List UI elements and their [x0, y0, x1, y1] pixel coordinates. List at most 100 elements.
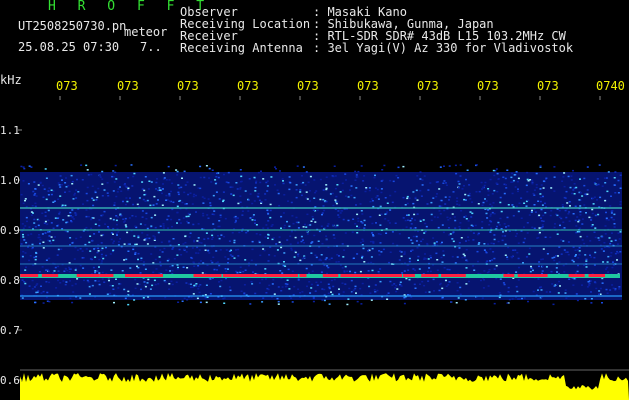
noise-speck: [505, 226, 507, 228]
noise-speck: [147, 188, 150, 190]
noise-speck: [589, 254, 591, 256]
noise-speck: [578, 199, 581, 201]
noise-speck: [60, 248, 63, 250]
noise-speck: [80, 164, 83, 166]
noise-speck: [438, 205, 441, 207]
strong-signal-segment: [378, 274, 396, 277]
noise-speck: [171, 208, 174, 211]
noise-speck: [542, 195, 544, 198]
noise-speck: [487, 243, 490, 245]
noise-speck: [612, 287, 615, 289]
noise-speck: [116, 234, 118, 236]
noise-speck: [579, 205, 582, 207]
noise-speck: [335, 261, 338, 263]
noise-speck: [459, 164, 462, 166]
noise-speck: [57, 270, 60, 272]
noise-speck: [327, 266, 330, 269]
noise-speck: [201, 196, 204, 198]
noise-speck: [410, 239, 413, 241]
noise-speck: [448, 268, 451, 271]
noise-speck: [614, 288, 617, 290]
noise-speck: [266, 227, 269, 229]
noise-speck: [214, 182, 217, 185]
noise-speck: [128, 217, 131, 219]
noise-speck: [37, 184, 40, 186]
noise-speck: [31, 279, 34, 282]
noise-speck: [264, 236, 267, 238]
noise-speck: [590, 280, 593, 282]
noise-speck: [94, 191, 97, 194]
noise-speck: [33, 256, 36, 259]
noise-speck: [398, 259, 401, 261]
noise-speck: [518, 298, 521, 300]
noise-speck: [305, 171, 308, 173]
noise-speck: [539, 196, 542, 198]
noise-speck: [403, 270, 406, 272]
noise-speck: [235, 249, 237, 251]
noise-speck: [73, 258, 76, 260]
noise-speck: [417, 259, 419, 261]
noise-speck: [170, 190, 172, 193]
noise-speck: [370, 299, 373, 301]
noise-speck: [433, 290, 435, 292]
noise-speck: [36, 283, 39, 285]
noise-speck: [542, 248, 545, 250]
noise-speck: [386, 211, 389, 213]
noise-speck: [435, 195, 438, 198]
noise-speck: [264, 199, 267, 201]
noise-speck: [290, 230, 293, 233]
noise-speck: [438, 188, 441, 190]
noise-speck: [107, 195, 110, 197]
noise-speck: [195, 285, 198, 287]
noise-speck: [493, 189, 496, 192]
noise-speck: [489, 220, 492, 222]
noise-speck: [96, 196, 99, 199]
noise-speck: [137, 258, 139, 261]
noise-speck: [185, 282, 188, 284]
noise-speck: [186, 267, 189, 269]
noise-speck: [460, 237, 463, 239]
noise-speck: [523, 237, 526, 240]
strong-signal-segment: [568, 274, 577, 277]
noise-speck: [266, 180, 269, 182]
noise-speck: [50, 222, 53, 224]
noise-speck: [487, 271, 490, 273]
noise-speck: [85, 248, 88, 250]
noise-speck: [54, 217, 57, 219]
noise-speck: [483, 249, 486, 251]
noise-speck: [291, 215, 294, 217]
noise-speck: [69, 215, 72, 217]
noise-speck: [367, 270, 370, 272]
noise-speck: [414, 287, 417, 289]
noise-speck: [302, 166, 305, 168]
noise-speck: [406, 197, 409, 200]
noise-speck: [143, 281, 146, 283]
noise-speck: [280, 290, 283, 292]
noise-speck: [468, 184, 471, 186]
noise-speck: [168, 283, 171, 285]
noise-speck: [510, 176, 513, 179]
noise-speck: [112, 242, 115, 244]
noise-speck: [480, 181, 483, 184]
noise-speck: [376, 195, 379, 197]
time-tick-label: 073: [537, 79, 559, 93]
noise-speck: [442, 250, 445, 252]
noise-speck: [85, 192, 88, 195]
noise-speck: [354, 271, 357, 274]
noise-speck: [111, 285, 114, 287]
noise-speck: [576, 216, 579, 218]
noise-speck: [538, 227, 541, 229]
noise-speck: [261, 301, 264, 303]
noise-speck: [332, 285, 335, 288]
observation-datetime: 25.08.25 07:30: [18, 40, 120, 54]
strong-signal-segment: [99, 274, 114, 277]
noise-speck: [307, 224, 310, 226]
noise-speck: [308, 200, 311, 202]
noise-speck: [605, 288, 608, 291]
noise-speck: [24, 198, 27, 200]
noise-speck: [34, 192, 37, 195]
noise-speck: [595, 287, 598, 290]
noise-speck: [511, 256, 514, 259]
noise-speck: [520, 197, 523, 199]
noise-speck: [48, 240, 51, 242]
